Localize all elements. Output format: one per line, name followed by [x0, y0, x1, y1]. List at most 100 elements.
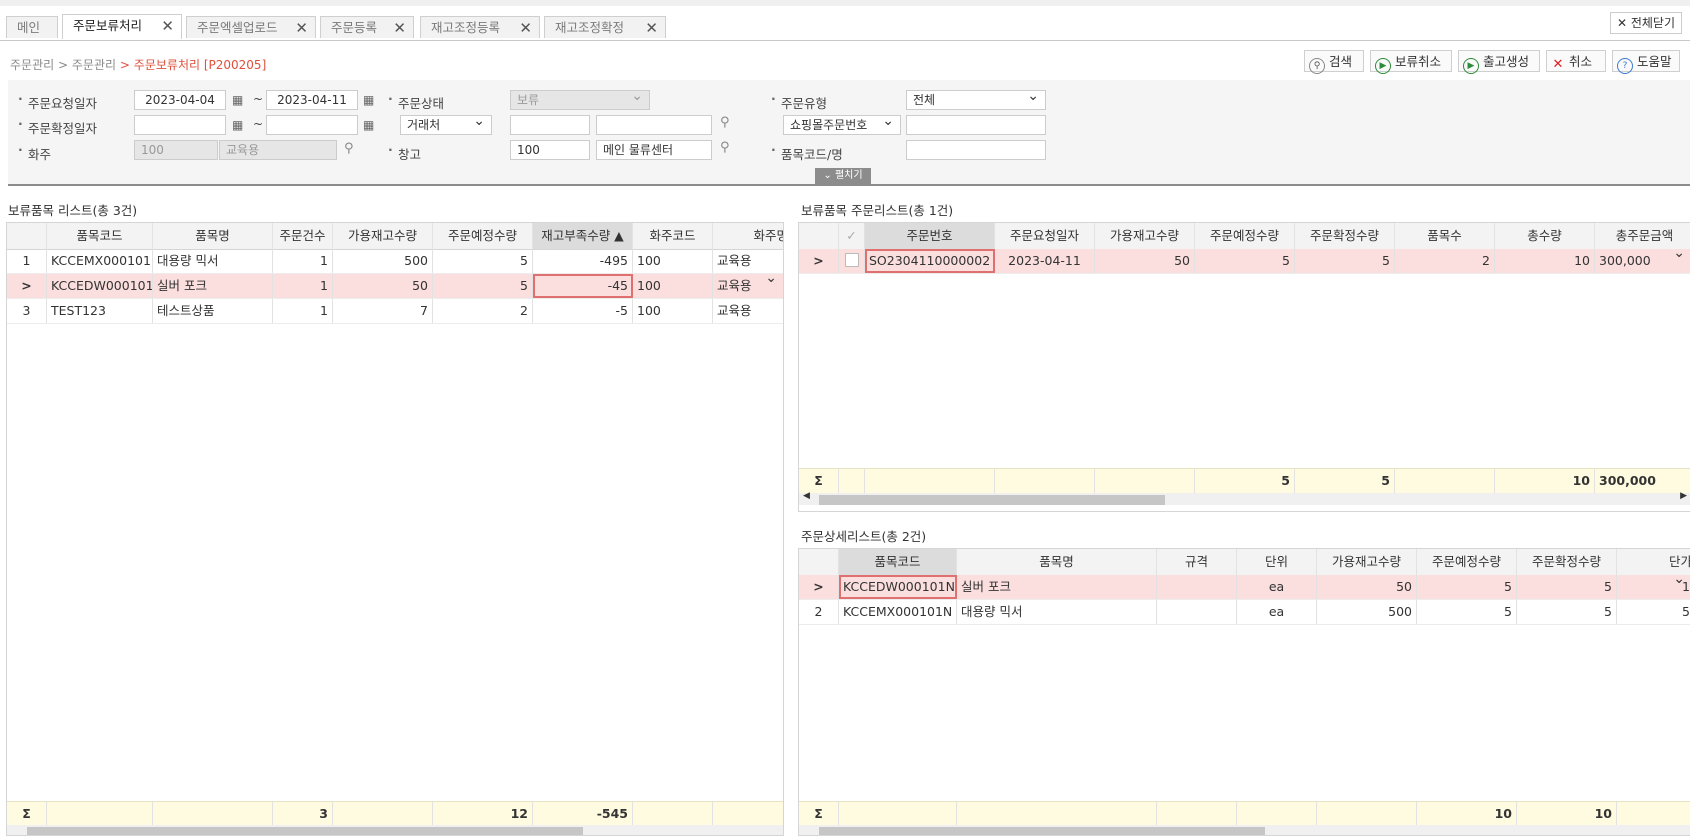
column-header[interactable]: 단위 [1237, 549, 1317, 575]
order-request-date-cell[interactable]: 2023-04-11 [995, 249, 1095, 273]
available-stock-cell[interactable]: 500 [1317, 600, 1417, 624]
close-all-button[interactable]: ✕ 전체닫기 [1609, 12, 1682, 34]
available-stock-cell[interactable]: 7 [333, 299, 433, 323]
planned-qty-cell[interactable]: 5 [1417, 575, 1517, 599]
table-row-selected[interactable]: > KCCEDW000101N 실버 포크 1 50 5 -45 100 교육용 [7, 270, 783, 299]
close-icon[interactable]: ✕ [393, 17, 406, 39]
shipper-code-cell[interactable]: 100 [633, 299, 713, 323]
expand-toggle[interactable]: ⌄ 펼치기 [815, 168, 871, 184]
search-button[interactable]: ⚲ 검색 [1304, 50, 1364, 74]
tab-stock-adjust-confirm[interactable]: 재고조정확정 ✕ [544, 16, 666, 38]
tab-order-hold[interactable]: 주문보류처리 ✕ [62, 14, 182, 39]
total-qty-cell[interactable]: 10 [1495, 249, 1595, 273]
breadcrumb-item[interactable]: 주문관리 [10, 58, 54, 72]
close-icon[interactable]: ✕ [295, 17, 308, 39]
table-row[interactable]: 3 TEST123 테스트상품 1 7 2 -5 100 교육용 [7, 299, 783, 324]
order-confirm-to-input[interactable] [266, 115, 358, 135]
horizontal-scrollbar[interactable] [7, 825, 783, 835]
search-icon[interactable]: ⚲ [720, 140, 730, 155]
calendar-icon[interactable]: ▦ [232, 93, 246, 107]
unit-price-cell[interactable]: 1 [1617, 575, 1690, 599]
item-name-cell[interactable]: 대용량 믹서 [957, 600, 1157, 624]
scrollbar-thumb[interactable] [27, 827, 583, 835]
search-icon[interactable]: ⚲ [344, 141, 354, 156]
column-header[interactable]: 품목명 [153, 223, 273, 249]
column-header[interactable]: 규격 [1157, 549, 1237, 575]
column-header[interactable]: 가용재고수량 [1317, 549, 1417, 575]
order-type-select[interactable]: 전체 [906, 87, 1046, 110]
warehouse-name-input[interactable]: 메인 물류센터 [596, 140, 712, 160]
calendar-icon[interactable]: ▦ [232, 118, 246, 132]
column-header[interactable]: 품목수 [1395, 223, 1495, 249]
item-code-cell-focused[interactable]: KCCEDW000101N [839, 575, 957, 599]
column-header[interactable]: 주문예정수량 [1417, 549, 1517, 575]
select-all-checkbox[interactable]: ✓ [839, 223, 865, 249]
item-count-cell[interactable]: 2 [1395, 249, 1495, 273]
order-request-to-input[interactable]: 2023-04-11 [266, 90, 358, 110]
column-header[interactable]: 주문예정수량 [1195, 223, 1295, 249]
partner-name-input[interactable] [596, 115, 712, 135]
horizontal-scrollbar[interactable] [799, 825, 1690, 835]
column-header[interactable]: 가용재고수량 [333, 223, 433, 249]
planned-qty-cell[interactable]: 5 [1417, 600, 1517, 624]
column-header-sorted[interactable]: 재고부족수량 ▲ [533, 223, 633, 249]
partner-select[interactable]: 거래처 [400, 112, 492, 135]
item-code-cell[interactable]: KCCEMX000101N [839, 600, 957, 624]
scrollbar-thumb[interactable] [819, 495, 1165, 505]
order-count-cell[interactable]: 1 [273, 299, 333, 323]
column-header[interactable]: 품목명 [957, 549, 1157, 575]
unit-cell[interactable]: ea [1237, 600, 1317, 624]
scroll-right-icon[interactable]: ▶ [1680, 491, 1687, 501]
partner-code-input[interactable] [510, 115, 590, 135]
tab-order-excel-upload[interactable]: 주문엑셀업로드 ✕ [186, 16, 316, 38]
table-row-selected[interactable]: > SO2304110000002 2023-04-11 50 5 5 2 10… [799, 245, 1690, 274]
checkbox-box[interactable] [844, 253, 859, 267]
confirmed-qty-cell[interactable]: 5 [1517, 600, 1617, 624]
order-confirm-from-input[interactable] [134, 115, 226, 135]
shipper-code-cell[interactable]: 100 [633, 274, 713, 298]
shortage-qty-cell-focused[interactable]: -45 [533, 274, 633, 298]
shortage-qty-cell[interactable]: -5 [533, 299, 633, 323]
table-row[interactable]: 2 KCCEMX000101N 대용량 믹서 ea 500 5 5 5 [799, 600, 1690, 625]
tab-order-register[interactable]: 주문등록 ✕ [320, 16, 414, 38]
column-header[interactable]: 화주코드 [633, 223, 713, 249]
tab-main[interactable]: 메인 [6, 16, 58, 38]
spec-cell[interactable] [1157, 575, 1237, 599]
planned-qty-cell[interactable]: 5 [433, 249, 533, 273]
calendar-icon[interactable]: ▦ [363, 118, 377, 132]
item-name-cell[interactable]: 대용량 믹서 [153, 249, 273, 273]
item-name-cell[interactable]: 실버 포크 [957, 575, 1157, 599]
order-request-from-input[interactable]: 2023-04-04 [134, 90, 226, 110]
item-code-cell[interactable]: TEST123 [47, 299, 153, 323]
scroll-left-icon[interactable]: ◀ [803, 491, 810, 501]
table-row-selected[interactable]: > KCCEDW000101N 실버 포크 ea 50 5 5 1 [799, 571, 1690, 600]
hold-cancel-button[interactable]: ▶ 보류취소 [1370, 50, 1452, 74]
column-header[interactable]: 주문번호 [865, 223, 995, 249]
help-button[interactable]: ? 도움말 [1612, 50, 1680, 74]
spec-cell[interactable] [1157, 600, 1237, 624]
planned-qty-cell[interactable]: 5 [433, 274, 533, 298]
column-header[interactable]: 품목코드 [47, 223, 153, 249]
planned-qty-cell[interactable]: 2 [433, 299, 533, 323]
close-icon[interactable]: ✕ [519, 17, 532, 39]
confirmed-qty-cell[interactable]: 5 [1295, 249, 1395, 273]
close-icon[interactable]: ✕ [161, 15, 174, 37]
item-code-cell[interactable]: KCCEMX000101N [47, 249, 153, 273]
column-header[interactable]: 주문건수 [273, 223, 333, 249]
shortage-qty-cell[interactable]: -495 [533, 249, 633, 273]
order-count-cell[interactable]: 1 [273, 249, 333, 273]
column-header[interactable]: 주문예정수량 [433, 223, 533, 249]
tab-stock-adjust-register[interactable]: 재고조정등록 ✕ [420, 16, 540, 38]
available-stock-cell[interactable]: 500 [333, 249, 433, 273]
column-header[interactable]: 주문확정수량 [1517, 549, 1617, 575]
order-number-cell-focused[interactable]: SO2304110000002 [865, 249, 995, 273]
scrollbar-thumb[interactable] [819, 827, 1265, 835]
row-checkbox[interactable] [839, 249, 865, 273]
close-icon[interactable]: ✕ [645, 17, 658, 39]
column-header[interactable]: 주문확정수량 [1295, 223, 1395, 249]
confirmed-qty-cell[interactable]: 5 [1517, 575, 1617, 599]
calendar-icon[interactable]: ▦ [363, 93, 377, 107]
column-header[interactable]: 화주명 [713, 223, 783, 249]
unit-price-cell[interactable]: 5 [1617, 600, 1690, 624]
planned-qty-cell[interactable]: 5 [1195, 249, 1295, 273]
